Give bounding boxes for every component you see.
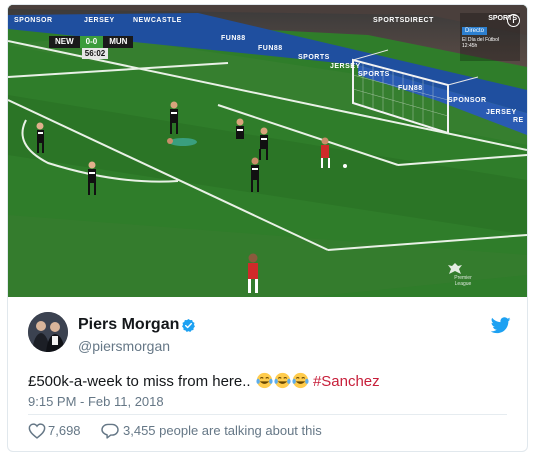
- ad-board: RE: [513, 117, 524, 124]
- ad-board: JERSEY: [330, 63, 361, 70]
- ad-board: SPONSOR: [448, 97, 487, 104]
- match-clock: 56:02: [82, 48, 108, 59]
- league-name: Premier League: [454, 275, 472, 287]
- talking-count: 3,455 people are talking about this: [123, 423, 322, 438]
- tears-of-joy-emoji: [292, 372, 309, 389]
- tears-of-joy-emoji: [274, 372, 291, 389]
- ad-board: JERSEY: [84, 17, 115, 24]
- info-icon[interactable]: i: [507, 14, 520, 27]
- verified-icon: [182, 318, 195, 332]
- twitter-bird-icon[interactable]: [491, 317, 511, 334]
- tweet-media-photo[interactable]: NEW 0-0 MUN 56:02 SPONSOR JERSEY NEWCAST…: [8, 5, 527, 297]
- ad-board: SPORTSDIRECT: [373, 17, 434, 24]
- ad-board: SPORTS: [358, 71, 390, 78]
- avatar[interactable]: [28, 312, 68, 352]
- divider: [28, 414, 507, 415]
- ad-board: FUN88: [258, 45, 283, 52]
- ad-board: FUN88: [398, 85, 423, 92]
- comment-icon: [101, 423, 119, 439]
- tweet-text: £500k-a-week to miss from here.. #Sanche…: [28, 372, 380, 390]
- like-count: 7,698: [48, 423, 81, 438]
- ad-board: SPORTS: [298, 54, 330, 61]
- ad-board: NEWCASTLE: [133, 17, 182, 24]
- scorebug: NEW 0-0 MUN 56:02: [49, 36, 134, 59]
- live-label: Directo: [462, 27, 488, 35]
- premier-league-logo: Premier League: [448, 263, 478, 287]
- tears-of-joy-emoji: [256, 372, 273, 389]
- ad-board: SPONSOR: [14, 17, 53, 24]
- hashtag-link[interactable]: #Sanchez: [313, 373, 380, 390]
- author-name[interactable]: Piers Morgan: [78, 316, 179, 334]
- tweet-body: £500k-a-week to miss from here..: [28, 373, 251, 390]
- tweet-timestamp[interactable]: 9:15 PM - Feb 11, 2018: [28, 394, 164, 409]
- match-score: 0-0: [79, 36, 104, 48]
- ad-board: FUN88: [221, 35, 246, 42]
- home-team: NEW: [49, 36, 80, 48]
- ad-board: JERSEY: [486, 109, 517, 116]
- heart-icon: [28, 423, 46, 439]
- author-handle[interactable]: @piersmorgan: [78, 338, 170, 354]
- tweet-card: NEW 0-0 MUN 56:02 SPONSOR JERSEY NEWCAST…: [7, 4, 528, 452]
- program-time: 12:45h: [462, 43, 478, 49]
- away-team: MUN: [103, 36, 134, 48]
